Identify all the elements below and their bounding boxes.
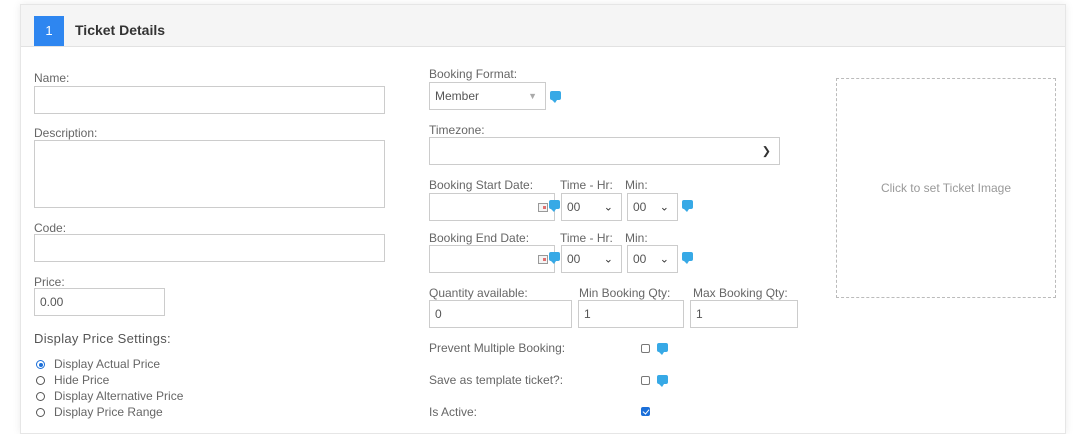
name-input[interactable] (34, 86, 385, 114)
radio-icon[interactable] (36, 360, 45, 369)
help-chat-icon[interactable] (549, 200, 560, 212)
display-price-settings-title: Display Price Settings: (34, 331, 171, 346)
prevent-multiple-booking-checkbox[interactable] (641, 344, 650, 353)
price-input[interactable]: 0.00 (34, 288, 165, 316)
end-minute-value: 00 (633, 252, 647, 266)
is-active-checkbox[interactable] (641, 407, 650, 416)
code-input[interactable] (34, 234, 385, 262)
start-minute-select[interactable]: 00 ⌄ (627, 193, 678, 221)
price-option-label: Display Price Range (54, 405, 163, 419)
timezone-select[interactable]: ❯ (429, 137, 780, 165)
end-min-label: Min: (625, 231, 648, 245)
quantity-available-label: Quantity available: (429, 286, 528, 300)
code-label: Code: (34, 221, 67, 235)
end-hour-value: 00 (567, 252, 581, 266)
booking-start-date-input[interactable] (429, 193, 555, 221)
ticket-details-panel: 1 Ticket Details Name: Description: Code… (20, 4, 1066, 434)
ticket-image-placeholder: Click to set Ticket Image (880, 181, 1012, 195)
is-active-label: Is Active: (429, 405, 478, 419)
radio-icon[interactable] (36, 392, 45, 401)
section-header: 1 Ticket Details (21, 5, 1065, 47)
help-chat-icon[interactable] (682, 252, 693, 264)
booking-start-date-label: Booking Start Date: (429, 178, 534, 192)
booking-format-select[interactable]: Member ▼ (429, 82, 546, 110)
chevron-down-icon: ⌄ (603, 253, 613, 266)
calendar-icon[interactable] (538, 255, 548, 264)
start-min-label: Min: (625, 178, 648, 192)
price-option-label: Display Actual Price (54, 357, 161, 371)
end-minute-select[interactable]: 00 ⌄ (627, 245, 678, 273)
booking-format-value: Member (435, 89, 480, 103)
booking-end-date-label: Booking End Date: (429, 231, 530, 245)
radio-icon[interactable] (36, 376, 45, 385)
chevron-down-icon: ❯ (761, 145, 771, 158)
price-option-label: Hide Price (54, 373, 110, 387)
help-chat-icon[interactable] (550, 91, 561, 103)
chevron-down-icon: ⌄ (659, 253, 669, 266)
help-chat-icon[interactable] (549, 252, 560, 264)
name-label: Name: (34, 71, 70, 85)
step-badge: 1 (34, 16, 64, 46)
booking-end-date-input[interactable] (429, 245, 555, 273)
end-hour-select[interactable]: 00 ⌄ (561, 245, 622, 273)
start-minute-value: 00 (633, 200, 647, 214)
price-option-label: Display Alternative Price (54, 389, 184, 403)
calendar-icon[interactable] (538, 203, 548, 212)
booking-format-label: Booking Format: (429, 67, 518, 81)
quantity-available-input[interactable]: 0 (429, 300, 572, 328)
end-time-hr-label: Time - Hr: (560, 231, 613, 245)
max-booking-qty-label: Max Booking Qty: (693, 286, 788, 300)
timezone-label: Timezone: (429, 123, 485, 137)
description-label: Description: (34, 126, 98, 140)
radio-icon[interactable] (36, 408, 45, 417)
help-chat-icon[interactable] (657, 375, 668, 387)
help-chat-icon[interactable] (657, 343, 668, 355)
min-booking-qty-label: Min Booking Qty: (579, 286, 671, 300)
ticket-image-dropzone[interactable]: Click to set Ticket Image (836, 78, 1056, 298)
price-label: Price: (34, 275, 65, 289)
min-booking-qty-input[interactable]: 1 (578, 300, 684, 328)
chevron-down-icon: ⌄ (659, 201, 669, 214)
chevron-down-icon: ⌄ (603, 201, 613, 214)
max-booking-qty-input[interactable]: 1 (690, 300, 798, 328)
save-template-label: Save as template ticket?: (429, 373, 564, 387)
description-textarea[interactable] (34, 140, 385, 208)
help-chat-icon[interactable] (682, 200, 693, 212)
dropdown-arrow-icon: ▼ (528, 91, 537, 101)
start-time-hr-label: Time - Hr: (560, 178, 613, 192)
prevent-multiple-booking-label: Prevent Multiple Booking: (429, 341, 566, 355)
start-hour-select[interactable]: 00 ⌄ (561, 193, 622, 221)
start-hour-value: 00 (567, 200, 581, 214)
section-title: Ticket Details (75, 22, 166, 38)
save-template-checkbox[interactable] (641, 376, 650, 385)
